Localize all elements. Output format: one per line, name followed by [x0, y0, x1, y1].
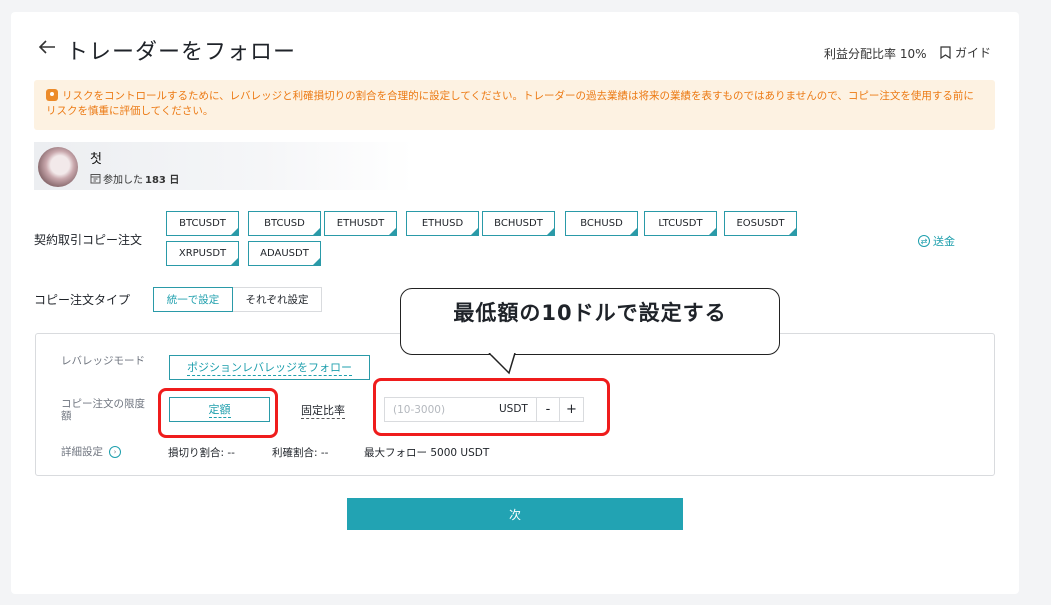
pair-bchusdt[interactable]: BCHUSDT [482, 211, 555, 236]
stop-loss-ratio: 損切り割合: -- [168, 447, 235, 459]
callout-bubble: 最低額の10ドルで設定する [400, 288, 780, 355]
pair-btcusd[interactable]: BTCUSD [248, 211, 321, 236]
leverage-mode-label: レバレッジモード [61, 355, 145, 367]
next-button[interactable]: 次 [347, 498, 683, 530]
chevron-right-icon: › [109, 446, 121, 458]
profit-share-rate: 利益分配比率 10% [824, 47, 927, 61]
calendar-icon [90, 174, 101, 184]
send-label: 送金 [933, 235, 955, 248]
trader-name: 첫 [90, 152, 102, 167]
pair-adausdt[interactable]: ADAUSDT [248, 241, 321, 266]
transfer-icon: ⇄ [918, 235, 930, 247]
guide-label: ガイド [955, 46, 992, 60]
page-title: トレーダーをフォロー [66, 40, 297, 65]
copy-type-unified-button[interactable]: 統一で設定 [153, 287, 233, 312]
copy-type-label: コピー注文タイプ [34, 293, 131, 307]
pair-ltcusdt[interactable]: LTCUSDT [644, 211, 717, 236]
callout-tail [488, 353, 516, 375]
document-icon [940, 46, 951, 59]
pair-ethusd[interactable]: ETHUSD [406, 211, 479, 236]
contract-copy-label: 契約取引コピー注文 [34, 233, 143, 247]
copy-type-individual-button[interactable]: それぞれ設定 [233, 287, 322, 312]
joined-prefix: 参加した [103, 175, 143, 186]
advanced-settings-label: 詳細設定 [61, 446, 103, 458]
pair-bchusd[interactable]: BCHUSD [565, 211, 638, 236]
highlight-amount-input [373, 378, 610, 436]
risk-warning-banner: リスクをコントロールするために、レバレッジと利確損切りの割合を合理的に設定してく… [34, 80, 995, 130]
send-link[interactable]: ⇄ 送金 [918, 233, 955, 249]
advanced-settings-toggle[interactable]: 詳細設定 › [61, 446, 121, 458]
joined-days-value: 183 日 [145, 175, 180, 186]
take-profit-ratio: 利確割合: -- [272, 447, 329, 459]
warning-text: リスクをコントロールするために、レバレッジと利確損切りの割合を合理的に設定してく… [46, 90, 974, 117]
avatar [38, 147, 78, 187]
fixed-ratio-button[interactable]: 固定比率 [287, 398, 359, 422]
pair-eosusdt[interactable]: EOSUSDT [724, 211, 797, 236]
follow-leverage-label: ポジションレバレッジをフォロー [187, 361, 352, 376]
max-follow-amount: 最大フォロー 5000 USDT [364, 447, 490, 459]
guide-link[interactable]: ガイド [940, 44, 991, 61]
joined-days: 参加した 183 日 [90, 171, 179, 186]
follow-leverage-button[interactable]: ポジションレバレッジをフォロー [169, 355, 370, 380]
highlight-fixed-amount [158, 388, 278, 438]
warning-icon [46, 89, 58, 101]
pair-xrpusdt[interactable]: XRPUSDT [166, 241, 239, 266]
pair-btcusdt[interactable]: BTCUSDT [166, 211, 239, 236]
pair-ethusdt[interactable]: ETHUSDT [324, 211, 397, 236]
fixed-ratio-label: 固定比率 [301, 403, 345, 419]
copy-limit-label: コピー注文の限度額 [61, 398, 145, 422]
back-arrow-icon[interactable] [36, 36, 58, 58]
